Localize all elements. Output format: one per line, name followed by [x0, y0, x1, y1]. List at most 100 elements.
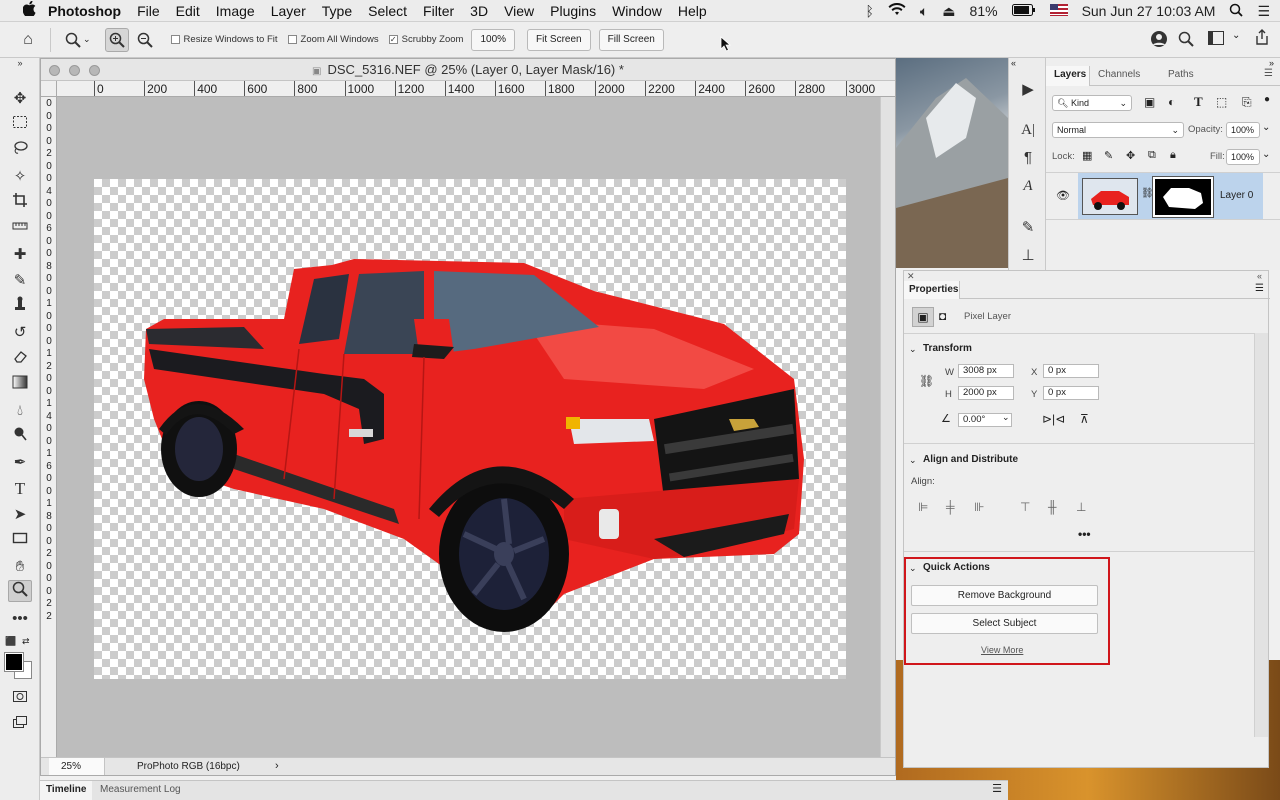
properties-menu-icon[interactable]: ☰: [1255, 283, 1264, 294]
panel-menu-icon[interactable]: ☰: [992, 782, 1002, 795]
zoom-out-icon[interactable]: [133, 28, 157, 52]
home-icon[interactable]: ⌂: [16, 28, 40, 52]
canvas-area[interactable]: [58, 98, 880, 758]
properties-title[interactable]: Properties: [909, 284, 958, 295]
visibility-eye-icon[interactable]: 👁︎: [1056, 189, 1070, 202]
quick-actions-chevron-icon[interactable]: ⌄: [909, 563, 917, 574]
filter-kind-select[interactable]: 🔍︎ Kind ⌄: [1052, 95, 1132, 111]
wifi-icon[interactable]: [888, 2, 906, 19]
workspace-chevron-icon[interactable]: ⌄: [1232, 30, 1240, 41]
align-bottom-icon[interactable]: ⊥: [1076, 500, 1086, 514]
default-colors-icon[interactable]: ⬛: [5, 636, 16, 647]
search-icon[interactable]: [1178, 31, 1194, 50]
menu-layer[interactable]: Layer: [263, 3, 314, 19]
transform-heading[interactable]: Transform: [923, 343, 972, 354]
zoom-100-button[interactable]: 100%: [471, 28, 516, 51]
foreground-color-swatch[interactable]: [4, 652, 24, 672]
menu-file[interactable]: File: [129, 3, 168, 19]
brush-settings-icon[interactable]: ✎: [1018, 218, 1038, 238]
more-options-icon[interactable]: •••: [1078, 527, 1091, 541]
width-field[interactable]: 3008 px: [958, 364, 1014, 378]
layer-name[interactable]: Layer 0: [1220, 190, 1253, 201]
quick-mask-icon[interactable]: [8, 688, 32, 710]
gradient-tool-icon[interactable]: [8, 374, 32, 396]
align-top-icon[interactable]: ⊤: [1020, 500, 1030, 514]
marquee-tool-icon[interactable]: [8, 114, 32, 136]
remove-background-button[interactable]: Remove Background: [911, 585, 1098, 606]
clock[interactable]: Sun Jun 27 10:03 AM: [1082, 3, 1216, 19]
view-more-link[interactable]: View More: [981, 645, 1023, 655]
glyphs-panel-icon[interactable]: A: [1018, 176, 1038, 196]
layer-mask-thumbnail[interactable]: [1152, 176, 1214, 218]
menu-3d[interactable]: 3D: [462, 3, 496, 19]
layer-row[interactable]: 👁︎ ⛓︎ Layer 0: [1046, 172, 1280, 220]
brush-tool-icon[interactable]: ✎: [8, 270, 32, 292]
fit-screen-button[interactable]: Fit Screen: [527, 28, 591, 51]
align-left-icon[interactable]: ⊫: [918, 500, 928, 514]
lock-artboard-icon[interactable]: ⧉: [1148, 149, 1156, 162]
collapse-tools-icon[interactable]: »: [8, 58, 32, 80]
mask-link-icon[interactable]: ⛓︎: [1141, 188, 1154, 199]
link-dimensions-icon[interactable]: ⛓︎: [919, 374, 934, 388]
path-selection-tool-icon[interactable]: ➤: [8, 504, 32, 526]
align-heading[interactable]: Align and Distribute: [923, 454, 1018, 465]
menu-select[interactable]: Select: [360, 3, 415, 19]
flip-horizontal-icon[interactable]: ⊳|⊲: [1042, 412, 1065, 426]
vertical-ruler[interactable]: 0000200400600800100012001400160018002000…: [41, 97, 57, 757]
zoom-in-icon[interactable]: [104, 27, 129, 52]
layer-thumbnail[interactable]: [1082, 178, 1138, 215]
fill-screen-button[interactable]: Fill Screen: [598, 28, 664, 51]
eraser-tool-icon[interactable]: [8, 348, 32, 370]
color-profile[interactable]: ProPhoto RGB (16bpc): [137, 758, 240, 775]
swap-colors-icon[interactable]: ⇄: [22, 636, 30, 647]
tab-layers[interactable]: Layers: [1054, 69, 1086, 80]
pixel-layer-icon[interactable]: ▣: [912, 307, 934, 327]
lock-transparent-pixels-icon[interactable]: ▦: [1082, 149, 1092, 162]
tab-timeline[interactable]: Timeline: [40, 781, 93, 800]
menu-filter[interactable]: Filter: [415, 3, 462, 19]
zoom-tool-active-icon[interactable]: [8, 580, 32, 602]
properties-scrollbar[interactable]: [1254, 333, 1268, 737]
document-title-bar[interactable]: ▣ DSC_5316.NEF @ 25% (Layer 0, Layer Mask…: [41, 59, 895, 81]
angle-chevron-icon[interactable]: ⌄: [1002, 412, 1010, 423]
rectangle-tool-icon[interactable]: [8, 530, 32, 552]
bluetooth-icon[interactable]: ᛒ: [865, 3, 873, 19]
screen-mode-icon[interactable]: [8, 715, 32, 737]
filter-toggle-icon[interactable]: ●: [1264, 94, 1270, 105]
y-field[interactable]: 0 px: [1043, 386, 1099, 400]
filter-type-icon[interactable]: T: [1194, 94, 1203, 110]
tool-preset-chevron-icon[interactable]: ⌄: [83, 34, 91, 45]
move-tool-icon[interactable]: ✥: [8, 88, 32, 110]
scrubby-zoom-checkbox[interactable]: ✓ Scrubby Zoom: [388, 34, 463, 45]
layers-panel-menu-icon[interactable]: ☰: [1264, 68, 1273, 79]
eject-icon[interactable]: ⏏: [942, 3, 955, 20]
opacity-chevron-icon[interactable]: ⌄: [1262, 122, 1270, 133]
type-tool-icon[interactable]: T: [8, 478, 32, 500]
spotlight-search-icon[interactable]: [1229, 3, 1244, 20]
opacity-input[interactable]: 100%: [1226, 122, 1260, 138]
clone-source-icon[interactable]: ⊥: [1018, 246, 1038, 266]
zoom-level[interactable]: 25%: [49, 758, 105, 775]
share-icon[interactable]: [1254, 29, 1270, 48]
magic-wand-tool-icon[interactable]: ✧: [8, 166, 32, 188]
quick-actions-heading[interactable]: Quick Actions: [923, 562, 990, 573]
collapse-panel-icon[interactable]: «: [1257, 271, 1262, 281]
filter-smart-object-icon[interactable]: ⎘: [1242, 95, 1252, 110]
height-field[interactable]: 2000 px: [958, 386, 1014, 400]
menu-type[interactable]: Type: [314, 3, 360, 19]
fill-input[interactable]: 100%: [1226, 149, 1260, 165]
collapse-dock-icon[interactable]: «: [1011, 58, 1016, 68]
history-brush-tool-icon[interactable]: ↺: [8, 322, 32, 344]
blur-tool-icon[interactable]: 💧︎: [8, 400, 32, 422]
hand-tool-icon[interactable]: ✋︎: [8, 556, 32, 578]
tab-paths[interactable]: Paths: [1168, 69, 1194, 80]
zoom-tool-icon[interactable]: [61, 28, 85, 52]
transform-chevron-icon[interactable]: ⌄: [909, 344, 917, 355]
lock-position-icon[interactable]: ✥: [1126, 149, 1135, 162]
battery-icon[interactable]: [1011, 3, 1036, 19]
clone-stamp-tool-icon[interactable]: [8, 296, 32, 318]
tab-channels[interactable]: Channels: [1098, 69, 1140, 80]
horizontal-ruler[interactable]: 0 200 400 600 800 1000 1200 1400 1600 1800 2000 220…: [57, 81, 895, 97]
vertical-scrollbar[interactable]: [880, 97, 895, 757]
menu-image[interactable]: Image: [208, 3, 263, 19]
